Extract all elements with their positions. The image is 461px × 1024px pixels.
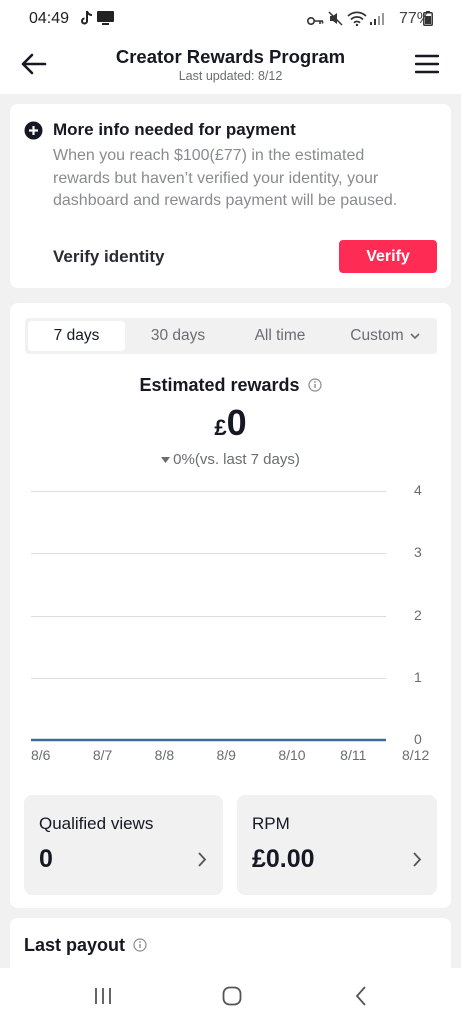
info-icon[interactable]	[307, 376, 322, 397]
amount-value: 0	[226, 402, 247, 443]
tab-7-days[interactable]: 7 days	[28, 321, 125, 351]
qualified-views-value: 0	[39, 845, 53, 873]
alert-icon	[24, 121, 43, 145]
verify-button[interactable]: Verify	[339, 240, 437, 273]
alert-body-line-1: When you reach $100(£77) in the estimate…	[53, 147, 365, 164]
alert-body-line-3: dashboard and rewards payment will be pa…	[53, 192, 398, 209]
rpm-value: £0.00	[252, 845, 315, 873]
status-bar: 04:49 77%	[0, 0, 461, 38]
alert-body-line-2: rewards but haven’t verified your identi…	[53, 170, 379, 187]
page-title: Creator Rewards Program	[115, 46, 346, 67]
change-note: (vs. last 7 days)	[194, 451, 300, 468]
signal-icon	[370, 12, 384, 30]
rpm-label: RPM	[252, 814, 290, 833]
last-updated: Last updated: 8/12	[178, 69, 283, 83]
estimated-rewards-label: Estimated rewards	[139, 375, 300, 395]
tab-all-time[interactable]: All time	[230, 321, 330, 351]
recent-apps-icon[interactable]	[94, 987, 112, 1010]
chevron-right-icon	[198, 850, 207, 873]
tiktok-icon	[80, 10, 94, 31]
alert-title: More info needed for payment	[53, 120, 296, 139]
wifi-icon	[347, 11, 367, 31]
screen-cast-icon	[97, 11, 114, 31]
down-triangle-icon	[161, 450, 171, 467]
chevron-right-icon	[413, 850, 422, 873]
change-row: 0%(vs. last 7 days)	[0, 450, 461, 468]
change-percent: 0%	[173, 451, 195, 468]
period-tabs: 7 days 30 days All time Custom	[25, 318, 437, 354]
qualified-views-card[interactable]: Qualified views 0	[24, 795, 223, 895]
rpm-card[interactable]: RPM £0.00	[237, 795, 437, 895]
estimated-rewards-row: Estimated rewards	[0, 375, 461, 397]
info-icon[interactable]	[133, 936, 147, 957]
key-icon	[306, 13, 324, 31]
mute-icon	[328, 11, 343, 31]
battery-icon	[423, 11, 433, 31]
verify-identity-label: Verify identity	[53, 247, 165, 266]
chevron-down-icon	[410, 332, 420, 340]
tab-custom-label: Custom	[350, 327, 404, 344]
app-header: Creator Rewards Program Last updated: 8/…	[0, 38, 461, 94]
status-time: 04:49	[29, 10, 70, 27]
last-payout-label: Last payout	[24, 935, 126, 955]
qualified-views-label: Qualified views	[39, 814, 154, 833]
estimated-amount: £0	[0, 402, 461, 444]
system-nav-bar	[0, 968, 461, 1024]
currency-symbol: £	[214, 415, 227, 440]
last-payout-row: Last payout	[24, 935, 147, 957]
back-icon[interactable]	[355, 986, 367, 1011]
home-icon[interactable]	[222, 986, 242, 1011]
tab-custom[interactable]: Custom	[335, 321, 435, 351]
menu-icon[interactable]	[414, 54, 440, 79]
tab-30-days[interactable]: 30 days	[128, 321, 228, 351]
